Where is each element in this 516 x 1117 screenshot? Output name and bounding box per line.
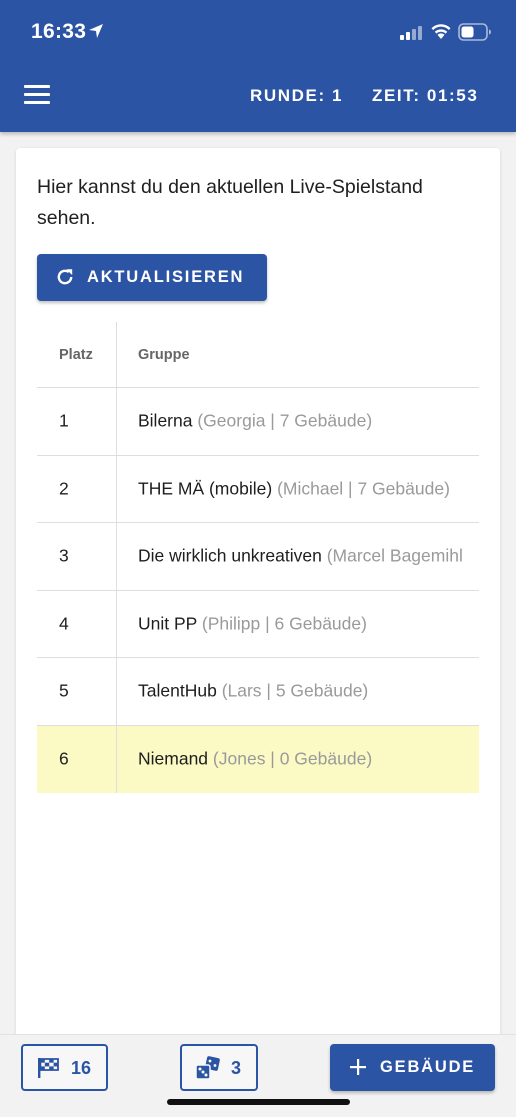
flag-count: 16 (71, 1058, 92, 1078)
group-meta: (Jones | 0 Gebäude) (212, 748, 373, 769)
plus-icon (350, 1059, 366, 1075)
add-building-button[interactable]: GEBÄUDE (330, 1044, 495, 1091)
location-arrow-icon (89, 24, 103, 38)
table-row-highlighted: 6 Niemand (Jones | 0 Gebäude) (37, 725, 479, 793)
dice-count-button[interactable]: 3 (180, 1044, 258, 1091)
table-row: 4 Unit PP (Philipp | 6 Gebäude) (37, 590, 479, 658)
rank-cell: 2 (59, 478, 69, 499)
scoreboard-table: Platz Gruppe 1 Bilerna (Georgia | 7 Gebä… (37, 322, 479, 793)
column-header-rank: Platz (59, 346, 93, 363)
table-row: 3 Die wirklich unkreativen (Marcel Bagem… (37, 523, 479, 591)
time-indicator: ZEIT: 01:53 (372, 86, 479, 105)
rank-cell: 5 (59, 680, 69, 701)
refresh-button-label: AKTUALISIEREN (87, 268, 245, 286)
refresh-button[interactable]: AKTUALISIEREN (37, 254, 267, 301)
home-indicator (167, 1099, 350, 1105)
table-header-row: Platz Gruppe (37, 322, 479, 388)
group-meta: (Philipp | 6 Gebäude) (201, 613, 367, 634)
intro-text: Hier kannst du den aktuellen Live-Spiels… (37, 176, 423, 229)
table-row: 5 TalentHub (Lars | 5 Gebäude) (37, 658, 479, 726)
table-row: 1 Bilerna (Georgia | 7 Gebäude) (37, 388, 479, 456)
round-indicator: RUNDE: 1 (250, 86, 344, 105)
dice-icon (195, 1056, 220, 1080)
rank-cell: 4 (59, 613, 69, 634)
group-name: TalentHub (138, 680, 217, 701)
status-bar: 16:33 (0, 0, 516, 66)
group-name: Niemand (138, 748, 209, 769)
battery-icon (458, 23, 491, 41)
rank-cell: 3 (59, 545, 69, 566)
wifi-icon (431, 24, 451, 39)
group-name: THE MÄ (mobile) (138, 478, 273, 499)
dice-count: 3 (231, 1058, 242, 1078)
flag-count-button[interactable]: 16 (21, 1044, 108, 1091)
refresh-icon (57, 269, 73, 285)
checkered-flag-icon (38, 1058, 59, 1078)
group-name: Unit PP (138, 613, 198, 634)
app-header: 16:33 RUNDE: 1 ZEIT: 01:53 (0, 0, 516, 132)
group-meta: (Marcel Bagemihl (326, 545, 463, 566)
rank-cell: 6 (59, 748, 69, 769)
group-name: Bilerna (138, 410, 193, 431)
rank-cell: 1 (59, 410, 69, 431)
hamburger-menu-icon[interactable] (24, 85, 50, 105)
column-header-group: Gruppe (138, 346, 190, 363)
scoreboard-card: Hier kannst du den aktuellen Live-Spiels… (16, 148, 500, 1048)
cellular-signal-icon (400, 26, 422, 40)
group-meta: (Lars | 5 Gebäude) (221, 680, 369, 701)
group-meta: (Georgia | 7 Gebäude) (197, 410, 373, 431)
table-row: 2 THE MÄ (mobile) (Michael | 7 Gebäude) (37, 455, 479, 523)
status-time: 16:33 (31, 20, 87, 43)
group-name: Die wirklich unkreativen (138, 545, 322, 566)
add-building-label: GEBÄUDE (380, 1058, 476, 1076)
group-meta: (Michael | 7 Gebäude) (277, 478, 450, 499)
